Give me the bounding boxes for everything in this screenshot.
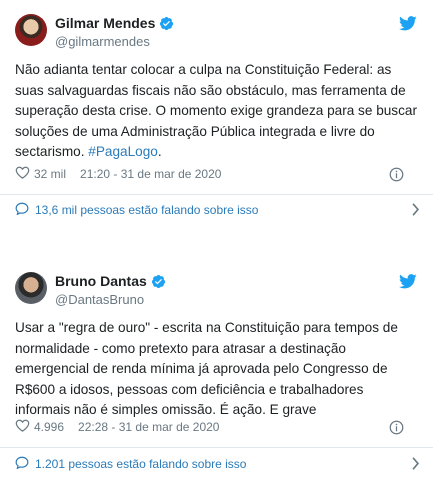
tweet-meta: 32 mil 21:20 - 31 de mar de 2020 — [15, 164, 420, 184]
tweet-card[interactable]: Gilmar Mendes @gilmarmendes Não adianta … — [0, 0, 433, 232]
author-name[interactable]: Gilmar Mendes — [55, 15, 174, 34]
tweet-timestamp[interactable]: 21:20 - 31 de mar de 2020 — [80, 167, 221, 181]
divider — [0, 447, 433, 448]
hashtag-link[interactable]: #PagaLogo — [88, 144, 158, 159]
like-count[interactable]: 32 mil — [34, 167, 66, 181]
avatar[interactable] — [15, 14, 47, 46]
author-name-text: Gilmar Mendes — [55, 15, 156, 31]
tweet-body: Não adianta tentar colocar a culpa na Co… — [15, 62, 417, 159]
tweet-text-suffix: . — [157, 144, 162, 159]
conversation-link[interactable]: 13,6 mil pessoas estão falando sobre iss… — [15, 200, 420, 220]
like-count[interactable]: 4.996 — [34, 420, 64, 434]
speech-bubble-icon — [15, 202, 29, 218]
author-handle[interactable]: @DantasBruno — [55, 292, 144, 307]
tweet-timestamp[interactable]: 22:28 - 31 de mar de 2020 — [78, 420, 219, 434]
tweet-meta: 4.996 22:28 - 31 de mar de 2020 — [15, 417, 420, 437]
tweet-text: Não adianta tentar colocar a culpa na Co… — [15, 60, 420, 163]
author-handle[interactable]: @gilmarmendes — [55, 34, 150, 49]
verified-badge-icon — [151, 274, 166, 292]
conversation-count: 1.201 pessoas estão falando sobre isso — [35, 457, 247, 471]
info-icon[interactable] — [389, 420, 404, 438]
tweet-card[interactable]: Bruno Dantas @DantasBruno Usar a "regra … — [0, 258, 433, 483]
heart-icon[interactable] — [15, 166, 30, 182]
twitter-bird-icon[interactable] — [399, 16, 417, 36]
info-icon[interactable] — [389, 167, 404, 185]
tweet-separator — [0, 232, 433, 258]
verified-badge-icon — [159, 16, 174, 34]
chevron-right-icon — [411, 457, 420, 473]
conversation-link[interactable]: 1.201 pessoas estão falando sobre isso — [15, 454, 420, 474]
tweet-text: Usar a "regra de ouro" - escrita na Cons… — [15, 320, 398, 417]
divider — [0, 194, 433, 195]
chevron-right-icon — [411, 203, 420, 219]
heart-icon[interactable] — [15, 419, 30, 435]
speech-bubble-icon — [15, 456, 29, 472]
twitter-bird-icon[interactable] — [399, 274, 417, 294]
avatar[interactable] — [15, 272, 47, 304]
author-name-text: Bruno Dantas — [55, 273, 147, 289]
author-name[interactable]: Bruno Dantas — [55, 273, 166, 292]
conversation-count: 13,6 mil pessoas estão falando sobre iss… — [35, 203, 259, 217]
